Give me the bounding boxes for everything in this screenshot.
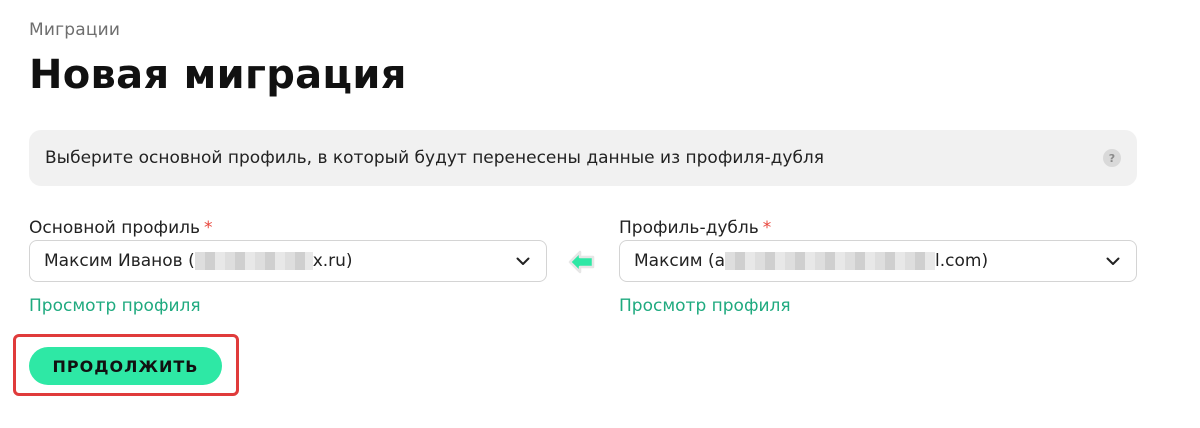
main-profile-select[interactable]: Максим Иванов ( x.ru) (29, 240, 547, 282)
duplicate-profile-value: Максим (a l.com) (634, 251, 988, 271)
info-text: Выберите основной профиль, в который буд… (45, 148, 825, 168)
arrow-left-icon (566, 246, 598, 278)
duplicate-profile-label: Профиль-дубль * (619, 216, 1137, 240)
main-profile-value-suffix: x.ru) (312, 251, 353, 271)
chevron-down-icon (514, 252, 532, 270)
migration-page: Миграции Новая миграция Выберите основно… (0, 0, 1200, 428)
continue-button[interactable]: ПРОДОЛЖИТЬ (29, 347, 222, 385)
main-profile-label-text: Основной профиль (29, 218, 201, 238)
duplicate-profile-label-text: Профиль-дубль (619, 218, 759, 238)
duplicate-profile-select[interactable]: Максим (a l.com) (619, 240, 1137, 282)
duplicate-profile-value-prefix: Максим (a (634, 251, 726, 271)
main-profile-label: Основной профиль * (29, 216, 547, 240)
redacted-email-blur (725, 252, 936, 270)
main-profile-view-link[interactable]: Просмотр профиля (29, 296, 547, 316)
redacted-email-blur (194, 252, 313, 270)
required-mark: * (762, 218, 772, 238)
info-banner: Выберите основной профиль, в который буд… (29, 130, 1137, 186)
main-profile-value: Максим Иванов ( x.ru) (44, 251, 353, 271)
breadcrumb[interactable]: Миграции (29, 20, 120, 40)
duplicate-profile-view-link[interactable]: Просмотр профиля (619, 296, 1137, 316)
question-icon[interactable]: ? (1103, 149, 1121, 167)
page-title: Новая миграция (29, 52, 407, 98)
duplicate-profile-field: Профиль-дубль * Максим (a l.com) Просмотр … (619, 216, 1137, 316)
required-mark: * (204, 218, 213, 238)
main-profile-field: Основной профиль * Максим Иванов ( x.ru) П… (29, 216, 547, 316)
duplicate-profile-value-suffix: l.com) (935, 251, 989, 271)
chevron-down-icon (1104, 252, 1122, 270)
main-profile-value-prefix: Максим Иванов ( (44, 251, 195, 271)
